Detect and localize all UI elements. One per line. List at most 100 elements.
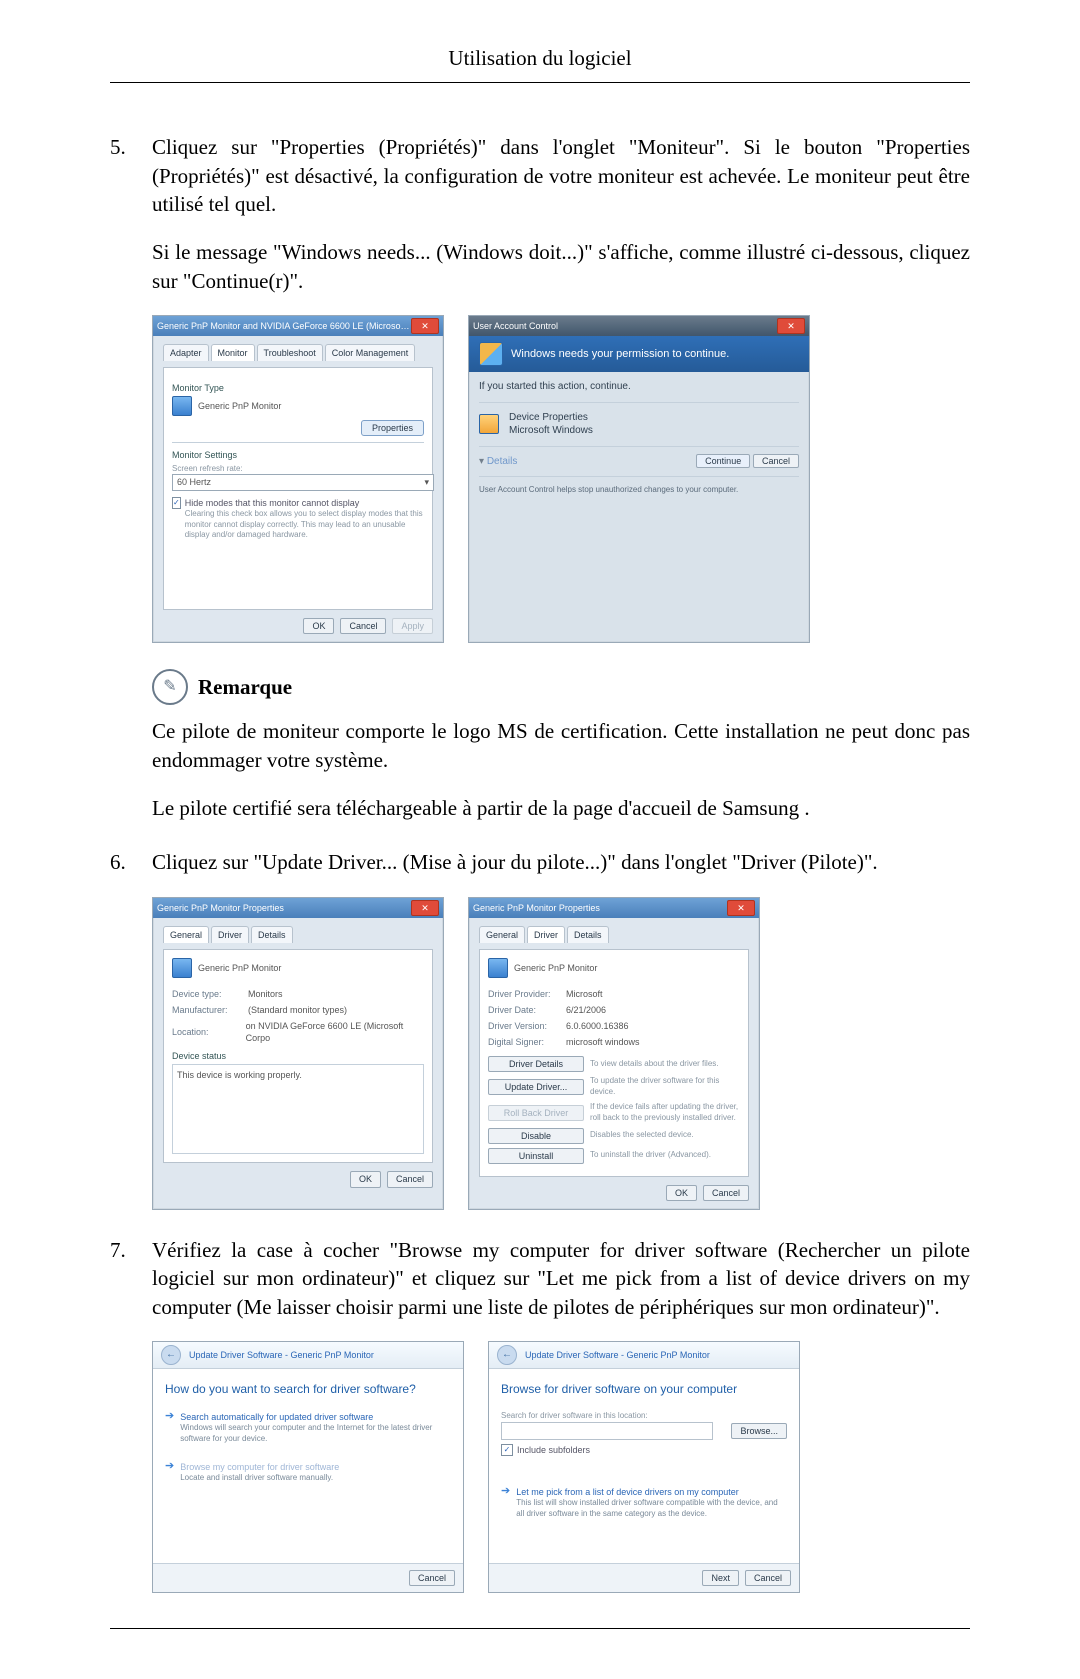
back-icon[interactable]: ← — [497, 1345, 517, 1365]
lbl-date: Driver Date: — [488, 1004, 560, 1016]
lbl-devicetype: Device type: — [172, 988, 242, 1000]
rollback-driver-desc: If the device fails after updating the d… — [590, 1102, 740, 1124]
refresh-label: Screen refresh rate: — [172, 464, 424, 475]
monitor-window-title: Generic PnP Monitor and NVIDIA GeForce 6… — [157, 320, 411, 332]
uac-title: User Account Control — [473, 320, 777, 332]
step-6-para: Cliquez sur "Update Driver... (Mise à jo… — [152, 848, 970, 876]
arrow-icon: ➔ — [501, 1486, 510, 1520]
ok-button[interactable]: OK — [666, 1185, 697, 1201]
driver-details-button[interactable]: Driver Details — [488, 1056, 584, 1072]
tab-details[interactable]: Details — [251, 926, 293, 943]
opt-search-auto[interactable]: ➔ Search automatically for updated drive… — [165, 1411, 451, 1445]
monprop-name: Generic PnP Monitor — [198, 962, 281, 974]
val-provider: Microsoft — [566, 988, 603, 1000]
lbl-signer: Digital Signer: — [488, 1036, 560, 1048]
tab-colormgmt[interactable]: Color Management — [325, 344, 416, 361]
cancel-button[interactable]: Cancel — [753, 454, 799, 468]
update-driver-button[interactable]: Update Driver... — [488, 1079, 584, 1095]
include-subfolders-label: Include subfolders — [517, 1444, 590, 1456]
device-status-text: This device is working properly. — [177, 1070, 302, 1080]
tab-monitor[interactable]: Monitor — [211, 344, 255, 361]
hide-modes-label: Hide modes that this monitor cannot disp… — [185, 497, 424, 509]
step-5-para-1: Cliquez sur "Properties (Propriétés)" da… — [152, 133, 970, 218]
monprop-title: Generic PnP Monitor Properties — [157, 902, 411, 914]
step-number-5: 5. — [110, 133, 138, 161]
lbl-provider: Driver Provider: — [488, 988, 560, 1000]
note-title: Remarque — [198, 673, 292, 701]
continue-button[interactable]: Continue — [696, 454, 750, 468]
tab-driver[interactable]: Driver — [211, 926, 249, 943]
monitor-properties-general-window: Generic PnP Monitor Properties ✕ General… — [152, 897, 444, 1210]
cancel-button[interactable]: Cancel — [703, 1185, 749, 1201]
val-location: on NVIDIA GeForce 6600 LE (Microsoft Cor… — [246, 1020, 424, 1044]
browse-button[interactable]: Browse... — [731, 1423, 787, 1439]
opt-browse-computer-title: Browse my computer for driver software — [180, 1461, 339, 1473]
cancel-button[interactable]: Cancel — [340, 618, 386, 634]
close-icon[interactable]: ✕ — [411, 318, 439, 334]
wizard-heading-1: How do you want to search for driver sof… — [165, 1381, 451, 1397]
opt-let-me-pick[interactable]: ➔ Let me pick from a list of device driv… — [501, 1486, 787, 1520]
tab-general[interactable]: General — [163, 926, 209, 943]
update-driver-wizard-2: ← Update Driver Software - Generic PnP M… — [488, 1341, 800, 1593]
device-status-label: Device status — [172, 1050, 424, 1062]
val-signer: microsoft windows — [566, 1036, 640, 1048]
val-date: 6/21/2006 — [566, 1004, 606, 1016]
step-number-7: 7. — [110, 1236, 138, 1264]
ok-button[interactable]: OK — [303, 618, 334, 634]
tab-driver[interactable]: Driver — [527, 926, 565, 943]
step-5-para-2: Si le message "Windows needs... (Windows… — [152, 238, 970, 295]
uac-details-toggle[interactable]: Details — [487, 456, 518, 467]
lbl-manufacturer: Manufacturer: — [172, 1004, 242, 1016]
opt-let-me-pick-title: Let me pick from a list of device driver… — [516, 1486, 787, 1498]
opt-search-auto-title: Search automatically for updated driver … — [180, 1411, 451, 1423]
rollback-driver-button: Roll Back Driver — [488, 1105, 584, 1121]
update-driver-wizard-1: ← Update Driver Software - Generic PnP M… — [152, 1341, 464, 1593]
search-location-label: Search for driver software in this locat… — [501, 1411, 787, 1422]
include-subfolders-checkbox[interactable]: ✓ — [501, 1444, 513, 1456]
back-icon[interactable]: ← — [161, 1345, 181, 1365]
monitor-settings-window: Generic PnP Monitor and NVIDIA GeForce 6… — [152, 315, 444, 643]
arrow-icon: ➔ — [165, 1411, 174, 1445]
wizard-breadcrumb: Update Driver Software - Generic PnP Mon… — [525, 1349, 710, 1361]
close-icon[interactable]: ✕ — [411, 900, 439, 916]
cancel-button[interactable]: Cancel — [745, 1570, 791, 1586]
uac-publisher: Microsoft Windows — [509, 424, 593, 438]
wizard-heading-2: Browse for driver software on your compu… — [501, 1381, 787, 1397]
step-number-6: 6. — [110, 848, 138, 876]
note-icon: ✎ — [152, 669, 188, 705]
chevron-down-icon: ▾ — [424, 476, 429, 488]
driver-details-desc: To view details about the driver files. — [590, 1059, 740, 1070]
path-input[interactable] — [501, 1422, 713, 1440]
refresh-select[interactable]: 60 Hertz ▾ — [172, 474, 434, 490]
monitor-icon — [172, 958, 192, 978]
tab-details[interactable]: Details — [567, 926, 609, 943]
update-driver-desc: To update the driver software for this d… — [590, 1076, 740, 1098]
close-icon[interactable]: ✕ — [777, 318, 805, 334]
apply-button: Apply — [392, 618, 433, 634]
uninstall-desc: To uninstall the driver (Advanced). — [590, 1150, 740, 1161]
cancel-button[interactable]: Cancel — [409, 1570, 455, 1586]
tab-general[interactable]: General — [479, 926, 525, 943]
lbl-version: Driver Version: — [488, 1020, 560, 1032]
lbl-location: Location: — [172, 1026, 240, 1038]
tab-adapter[interactable]: Adapter — [163, 344, 209, 361]
cancel-button[interactable]: Cancel — [387, 1171, 433, 1187]
uac-footnote: User Account Control helps stop unauthor… — [479, 485, 799, 496]
opt-let-me-pick-desc: This list will show installed driver sof… — [516, 1498, 787, 1520]
next-button[interactable]: Next — [702, 1570, 739, 1586]
tab-troubleshoot[interactable]: Troubleshoot — [257, 344, 323, 361]
footer-rule — [110, 1628, 970, 1629]
monitor-type-value: Generic PnP Monitor — [198, 400, 281, 412]
val-devicetype: Monitors — [248, 988, 283, 1000]
disable-button[interactable]: Disable — [488, 1128, 584, 1144]
close-icon[interactable]: ✕ — [727, 900, 755, 916]
uac-program: Device Properties — [509, 411, 593, 425]
properties-button[interactable]: Properties — [361, 420, 424, 436]
uninstall-button[interactable]: Uninstall — [488, 1148, 584, 1164]
wizard-breadcrumb: Update Driver Software - Generic PnP Mon… — [189, 1349, 374, 1361]
ok-button[interactable]: OK — [350, 1171, 381, 1187]
hide-modes-checkbox[interactable]: ✓ — [172, 497, 181, 509]
opt-browse-computer[interactable]: ➔ Browse my computer for driver software… — [165, 1461, 451, 1484]
uac-window: User Account Control ✕ Windows needs you… — [468, 315, 810, 643]
opt-browse-computer-desc: Locate and install driver software manua… — [180, 1473, 339, 1484]
